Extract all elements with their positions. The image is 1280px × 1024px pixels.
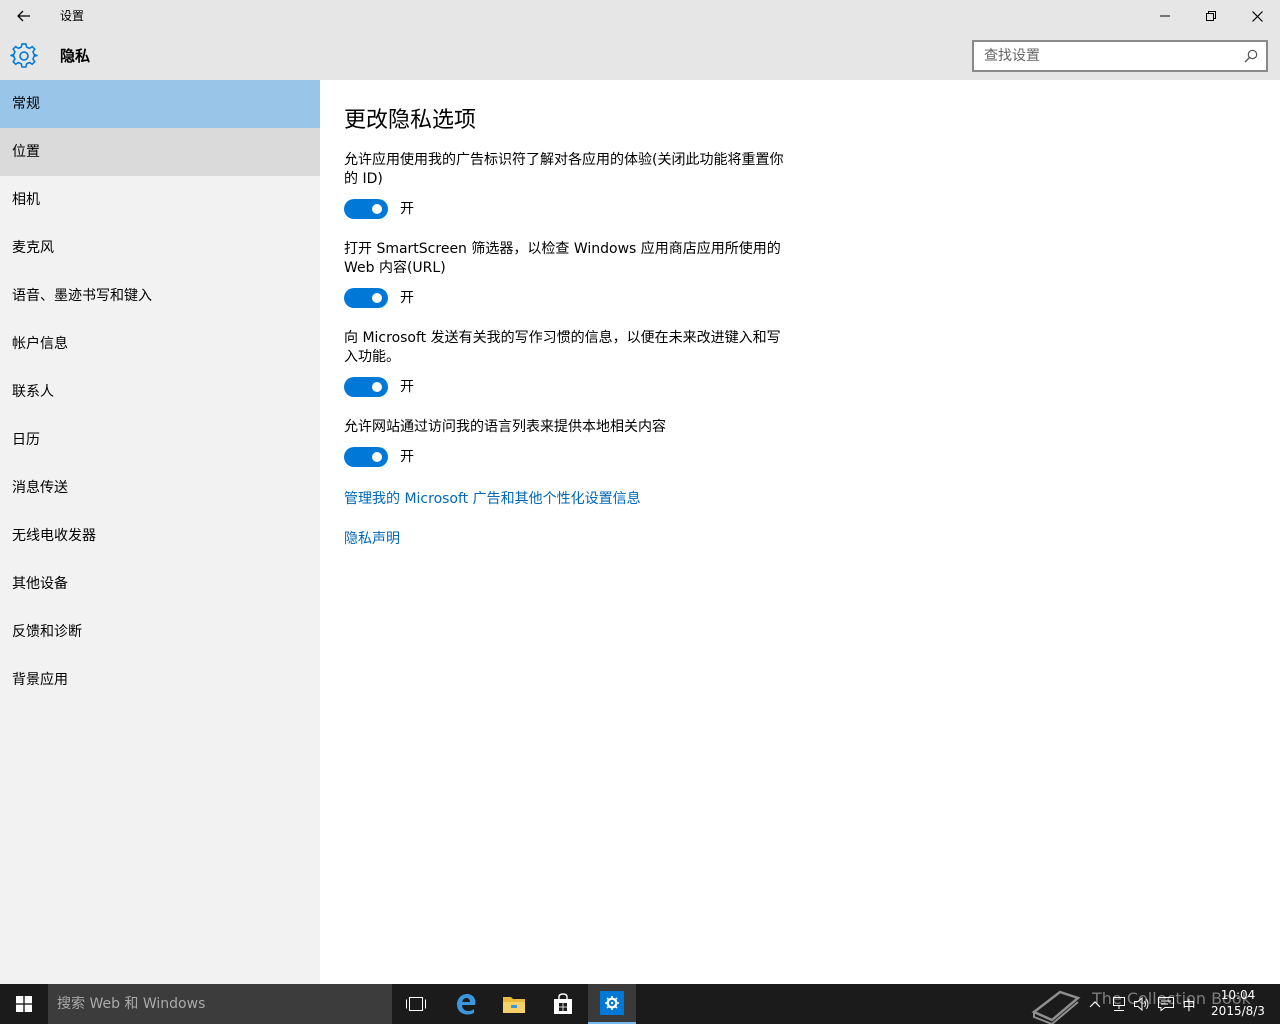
section-title: 隐私 <box>60 47 91 65</box>
gear-icon <box>10 43 38 68</box>
settings-search-box[interactable] <box>972 40 1268 72</box>
show-hidden-icons-button[interactable] <box>1086 984 1104 1024</box>
sidebar-item-background-apps[interactable]: 背景应用 <box>0 656 320 704</box>
settings-tile <box>600 991 624 1015</box>
sidebar-item-messaging[interactable]: 消息传送 <box>0 464 320 512</box>
notification-icon <box>1158 997 1174 1012</box>
taskbar-search-placeholder: 搜索 Web 和 Windows <box>57 996 206 1012</box>
taskbar-settings-button[interactable] <box>588 984 636 1024</box>
manage-ads-link[interactable]: 管理我的 Microsoft 广告和其他个性化设置信息 <box>344 488 641 508</box>
writing-info-toggle[interactable] <box>344 377 388 397</box>
writing-info-toggle-state: 开 <box>400 379 414 395</box>
sidebar-item-general[interactable]: 常规 <box>0 80 320 128</box>
taskbar-clock[interactable]: 10:04 2015/8/3 <box>1206 987 1270 1019</box>
setting-writing-info-label: 向 Microsoft 发送有关我的写作习惯的信息，以便在未来改进键入和写入功能… <box>344 330 781 365</box>
privacy-statement-link[interactable]: 隐私声明 <box>344 528 400 548</box>
title-bar: 设置 <box>0 0 1280 32</box>
smartscreen-toggle[interactable] <box>344 288 388 308</box>
sidebar-item-microphone[interactable]: 麦克风 <box>0 224 320 272</box>
network-icon <box>1113 997 1125 1011</box>
start-button[interactable] <box>0 984 48 1024</box>
book-watermark-icon <box>1031 990 1081 1024</box>
language-list-toggle[interactable] <box>344 447 388 467</box>
search-input[interactable] <box>974 42 1234 70</box>
toggle-knob <box>372 382 382 392</box>
sidebar-item-account-info[interactable]: 帐户信息 <box>0 320 320 368</box>
minimize-icon <box>1160 15 1170 17</box>
clock-time: 10:04 <box>1220 988 1256 1002</box>
advertising-id-toggle-state: 开 <box>400 201 414 217</box>
ime-indicator[interactable]: 中 <box>1179 984 1199 1024</box>
toggle-knob <box>372 452 382 462</box>
speaker-icon <box>1134 996 1149 1012</box>
main-content: 更改隐私选项 允许应用使用我的广告标识符了解对各应用的体验(关闭此功能将重置你的… <box>320 80 1280 984</box>
chevron-up-icon <box>1089 1001 1101 1008</box>
setting-advertising-id-label: 允许应用使用我的广告标识符了解对各应用的体验(关闭此功能将重置你的 ID) <box>344 152 784 187</box>
setting-smartscreen-label: 打开 SmartScreen 筛选器，以检查 Windows 应用商店应用所使用… <box>344 241 781 276</box>
task-view-button[interactable] <box>392 984 440 1024</box>
close-button[interactable] <box>1234 0 1280 32</box>
advertising-id-toggle[interactable] <box>344 199 388 219</box>
window-title: 设置 <box>60 9 85 23</box>
back-arrow-icon <box>17 10 30 22</box>
sidebar-item-location[interactable]: 位置 <box>0 128 320 176</box>
close-icon <box>1251 10 1263 22</box>
action-center-button[interactable] <box>1155 984 1177 1024</box>
restore-button[interactable] <box>1188 0 1234 32</box>
taskbar-edge-button[interactable] <box>442 984 490 1024</box>
windows-logo-icon <box>16 996 32 1012</box>
sidebar-item-camera[interactable]: 相机 <box>0 176 320 224</box>
search-icon[interactable] <box>1244 49 1258 63</box>
smartscreen-toggle-state: 开 <box>400 290 414 306</box>
clock-date: 2015/8/3 <box>1211 1004 1265 1018</box>
sidebar-item-contacts[interactable]: 联系人 <box>0 368 320 416</box>
settings-gear-icon <box>605 996 619 1010</box>
volume-button[interactable] <box>1131 984 1153 1024</box>
sidebar-item-calendar[interactable]: 日历 <box>0 416 320 464</box>
restore-icon <box>1206 11 1216 21</box>
settings-header: 隐私 <box>0 32 1280 80</box>
task-view-icon <box>406 997 426 1011</box>
language-list-toggle-state: 开 <box>400 449 414 465</box>
back-button[interactable] <box>0 0 48 32</box>
edge-browser-icon <box>457 994 476 1015</box>
sidebar-item-other-devices[interactable]: 其他设备 <box>0 560 320 608</box>
toggle-knob <box>372 293 382 303</box>
sidebar-item-feedback-diagnostics[interactable]: 反馈和诊断 <box>0 608 320 656</box>
network-button[interactable] <box>1108 984 1130 1024</box>
toggle-knob <box>372 204 382 214</box>
setting-language-list-label: 允许网站通过访问我的语言列表来提供本地相关内容 <box>344 419 666 435</box>
sidebar-nav: 常规 位置 相机 麦克风 语音、墨迹书写和键入 帐户信息 联系人 日历 消息传送… <box>0 80 320 984</box>
taskbar-file-explorer-button[interactable] <box>490 984 538 1024</box>
store-bag-icon <box>554 993 572 1014</box>
taskbar: 搜索 Web 和 Windows The Collection Book 中 1… <box>0 984 1280 1024</box>
sidebar-item-radios[interactable]: 无线电收发器 <box>0 512 320 560</box>
folder-icon <box>503 997 525 1013</box>
page-title: 更改隐私选项 <box>344 108 477 133</box>
sidebar-item-speech-inking-typing[interactable]: 语音、墨迹书写和键入 <box>0 272 320 320</box>
minimize-button[interactable] <box>1142 0 1188 32</box>
taskbar-search-box[interactable]: 搜索 Web 和 Windows <box>48 984 392 1024</box>
taskbar-store-button[interactable] <box>539 984 587 1024</box>
